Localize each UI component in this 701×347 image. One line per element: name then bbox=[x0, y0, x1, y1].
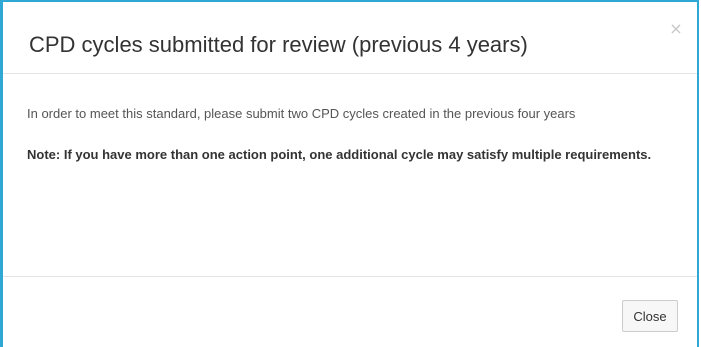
close-icon[interactable]: × bbox=[667, 20, 685, 38]
close-button[interactable]: Close bbox=[622, 300, 678, 332]
modal-footer: Close bbox=[3, 277, 697, 347]
modal-note-text: Note: If you have more than one action p… bbox=[27, 147, 652, 162]
cpd-cycles-modal: CPD cycles submitted for review (previou… bbox=[0, 0, 699, 347]
modal-intro-text: In order to meet this standard, please s… bbox=[27, 106, 576, 121]
modal-header: CPD cycles submitted for review (previou… bbox=[3, 2, 697, 74]
modal-title: CPD cycles submitted for review (previou… bbox=[29, 32, 528, 57]
page: CPD cycles submitted for review (previou… bbox=[0, 0, 701, 347]
modal-body: In order to meet this standard, please s… bbox=[3, 74, 697, 277]
